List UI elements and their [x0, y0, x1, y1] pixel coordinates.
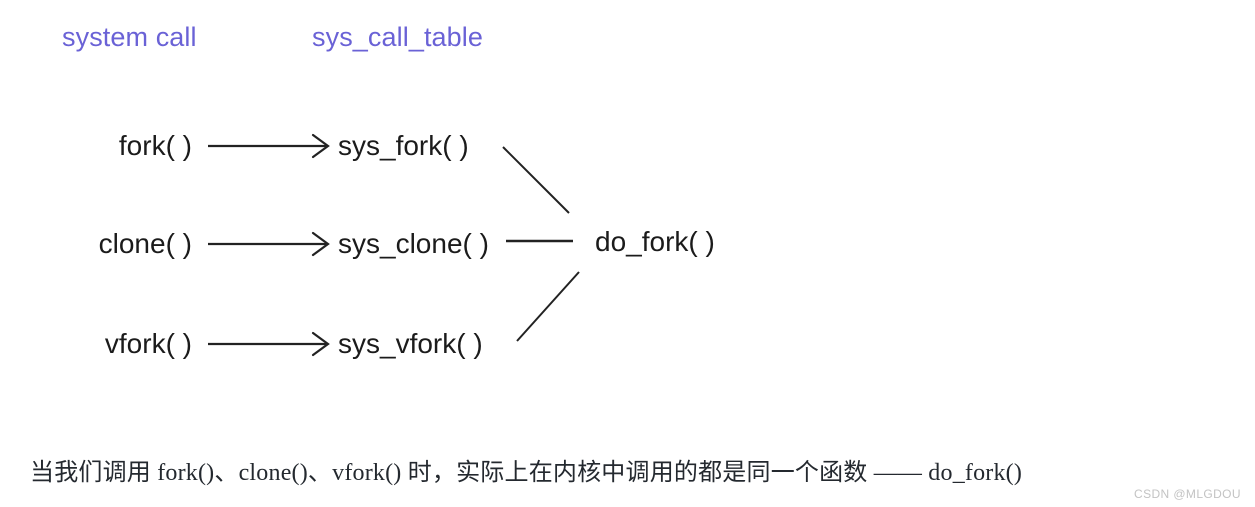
user-call-vfork: vfork( )	[104, 328, 192, 359]
mapping-row-fork: fork( ) sys_fork( )	[0, 126, 1255, 166]
arrow-vfork-to-sys-vfork	[208, 324, 330, 364]
user-call-clone: clone( )	[98, 228, 192, 259]
target-function-do-fork: do_fork( )	[595, 226, 715, 257]
arrow-fork-to-sys-fork	[208, 126, 330, 166]
column-header-system-call: system call	[62, 22, 197, 52]
diagram-canvas: system call sys_call_table fork( ) sys_f…	[0, 0, 1255, 507]
csdn-watermark: CSDN @MLGDOU	[1134, 487, 1241, 501]
user-call-fork: fork( )	[118, 130, 192, 161]
sys-call-sys-clone: sys_clone( )	[338, 228, 489, 259]
arrow-clone-to-sys-clone	[208, 224, 330, 264]
sys-call-sys-vfork: sys_vfork( )	[338, 328, 483, 359]
diagram-caption: 当我们调用 fork()、clone()、vfork() 时，实际上在内核中调用…	[30, 460, 1023, 486]
sys-call-sys-fork: sys_fork( )	[338, 130, 469, 161]
mapping-row-vfork: vfork( ) sys_vfork( )	[0, 324, 1255, 364]
column-header-sys-call-table: sys_call_table	[312, 22, 483, 52]
